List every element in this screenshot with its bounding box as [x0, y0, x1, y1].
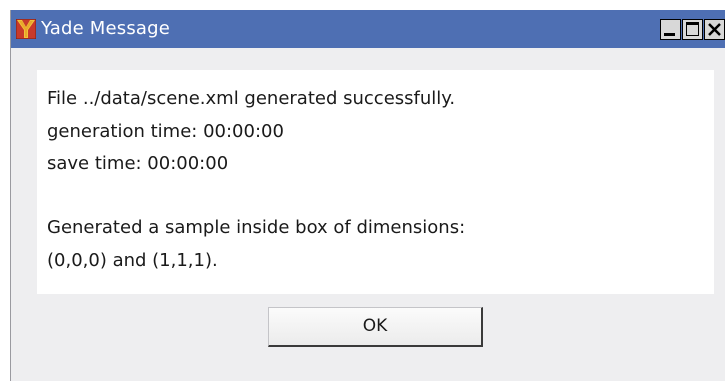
- message-dialog: Yade Message File ../data/scene.xml gene…: [10, 10, 725, 381]
- minimize-icon: [664, 33, 675, 36]
- minimize-button[interactable]: [660, 19, 681, 40]
- message-line-sample: Generated a sample inside box of dimensi…: [47, 217, 466, 238]
- title-bar[interactable]: Yade Message: [11, 10, 725, 48]
- window-title: Yade Message: [41, 18, 171, 39]
- message-panel: File ../data/scene.xml generated success…: [37, 70, 714, 294]
- message-line-save-time: save time: 00:00:00: [47, 153, 229, 174]
- close-icon: [706, 21, 723, 38]
- maximize-button[interactable]: [682, 19, 703, 40]
- ok-button[interactable]: OK: [268, 307, 483, 347]
- close-button[interactable]: [704, 19, 725, 40]
- message-line-file: File ../data/scene.xml generated success…: [47, 88, 456, 109]
- yade-logo-icon[interactable]: [15, 18, 37, 40]
- message-line-dimensions: (0,0,0) and (1,1,1).: [47, 250, 218, 271]
- maximize-icon: [686, 22, 699, 36]
- message-line-generation-time: generation time: 00:00:00: [47, 121, 284, 142]
